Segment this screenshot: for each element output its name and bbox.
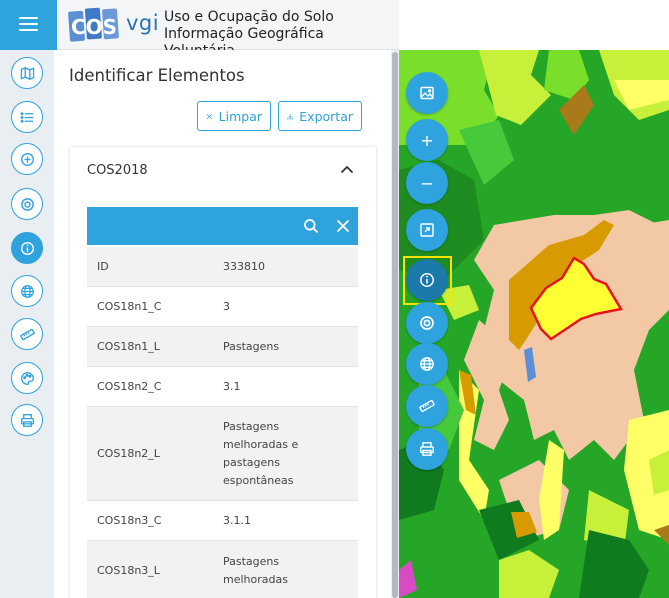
rail-ruler-button[interactable] xyxy=(11,318,43,350)
attribute-table: ID 333810 COS18n1_C 3 COS18n1_L Pastagen… xyxy=(87,247,358,598)
layer-card: COS2018 ID 333810 COS18n1_C 3 COS18n1_L … xyxy=(70,147,376,598)
menu-icon-bar xyxy=(19,23,38,25)
table-row: COS18n2_C 3.1 xyxy=(87,367,358,407)
attribute-value: 3 xyxy=(223,299,230,313)
ruler-icon xyxy=(19,328,35,340)
clear-button-label: Limpar xyxy=(218,108,262,124)
map-target-button[interactable] xyxy=(406,302,448,344)
add-circle-icon xyxy=(20,152,34,166)
attribute-key: ID xyxy=(97,260,109,273)
image-icon xyxy=(420,86,434,100)
attribute-value: Pastagens melhoradas e pastagens espontâ… xyxy=(223,419,299,487)
menu-icon-bar xyxy=(19,29,38,31)
print-icon xyxy=(420,442,434,456)
menu-icon-bar xyxy=(19,17,38,19)
rail-map-button[interactable] xyxy=(11,57,43,89)
chevron-up-icon[interactable] xyxy=(340,164,354,174)
map-basemap-button[interactable] xyxy=(406,72,448,114)
rail-palette-button[interactable] xyxy=(11,362,43,394)
clear-button[interactable]: Limpar xyxy=(197,101,271,131)
layer-card-title: COS2018 xyxy=(87,163,148,178)
download-icon xyxy=(287,113,293,119)
rail-list-button[interactable] xyxy=(11,101,43,133)
attribute-key: COS18n3_C xyxy=(97,514,162,527)
attribute-key: COS18n2_C xyxy=(97,380,162,393)
ruler-icon xyxy=(419,399,435,413)
cos-logo-icon: COS xyxy=(68,7,119,42)
panel-scrollbar-thumb[interactable] xyxy=(392,52,398,598)
table-row: COS18n2_L Pastagens melhoradas e pastage… xyxy=(87,407,358,501)
attribute-key: COS18n1_C xyxy=(97,300,162,313)
identify-panel: Identificar Elementos Limpar Exportar CO… xyxy=(54,50,391,598)
rail-info-button[interactable] xyxy=(11,232,43,264)
attribute-key: COS18n3_L xyxy=(97,564,160,577)
attribute-key: COS18n1_L xyxy=(97,340,160,353)
close-icon xyxy=(206,113,212,119)
map-ruler-button[interactable] xyxy=(406,385,448,427)
target-icon xyxy=(20,197,34,211)
map-zoom-extent-button[interactable] xyxy=(406,209,448,251)
search-icon[interactable] xyxy=(303,218,319,234)
attribute-value: 3.1.1 xyxy=(223,513,251,527)
table-toolbar xyxy=(87,207,358,245)
app-title-line1: Uso e Ocupação do Solo xyxy=(164,9,334,25)
rail-globe-button[interactable] xyxy=(11,275,43,307)
globe-icon xyxy=(420,357,434,371)
panel-title: Identificar Elementos xyxy=(69,66,245,85)
export-button-label: Exportar xyxy=(299,108,353,124)
app-header: COS vgi Uso e Ocupação do Solo Informaçã… xyxy=(57,0,399,59)
map-zoom-in-button[interactable]: + xyxy=(406,119,448,161)
attribute-key: COS18n2_L xyxy=(97,447,160,460)
attribute-value: Pastagens melhoradas xyxy=(223,554,288,586)
map-print-button[interactable] xyxy=(406,428,448,470)
attribute-value: Pastagens xyxy=(223,339,280,353)
rail-target-button[interactable] xyxy=(11,188,43,220)
globe-icon xyxy=(20,284,34,298)
table-row: COS18n1_L Pastagens xyxy=(87,327,358,367)
zoom-extent-icon xyxy=(420,223,434,237)
close-icon[interactable] xyxy=(335,218,351,234)
rail-print-button[interactable] xyxy=(11,404,43,436)
table-row: COS18n1_C 3 xyxy=(87,287,358,327)
list-icon xyxy=(20,111,33,123)
print-icon xyxy=(20,413,34,427)
map-icon xyxy=(20,66,34,80)
map-globe-button[interactable] xyxy=(406,343,448,385)
active-tool-highlight xyxy=(403,256,452,305)
info-icon xyxy=(20,241,34,255)
logo-vgi-text: vgi xyxy=(126,11,160,35)
target-icon xyxy=(420,316,434,330)
table-row: COS18n3_C 3.1.1 xyxy=(87,501,358,541)
svg-text:COS: COS xyxy=(71,15,117,39)
attribute-value: 3.1 xyxy=(223,379,241,393)
rail-add-button[interactable] xyxy=(11,143,43,175)
map-zoom-out-button[interactable]: − xyxy=(406,162,448,204)
side-rail xyxy=(0,50,54,598)
table-row: COS18n3_L Pastagens melhoradas xyxy=(87,541,358,598)
palette-icon xyxy=(20,371,34,385)
attribute-value: 333810 xyxy=(223,259,265,273)
zoom-in-icon: + xyxy=(420,130,434,150)
export-button[interactable]: Exportar xyxy=(278,101,362,131)
menu-button[interactable] xyxy=(0,0,57,50)
table-row: ID 333810 xyxy=(87,247,358,287)
zoom-out-icon: − xyxy=(420,173,434,193)
